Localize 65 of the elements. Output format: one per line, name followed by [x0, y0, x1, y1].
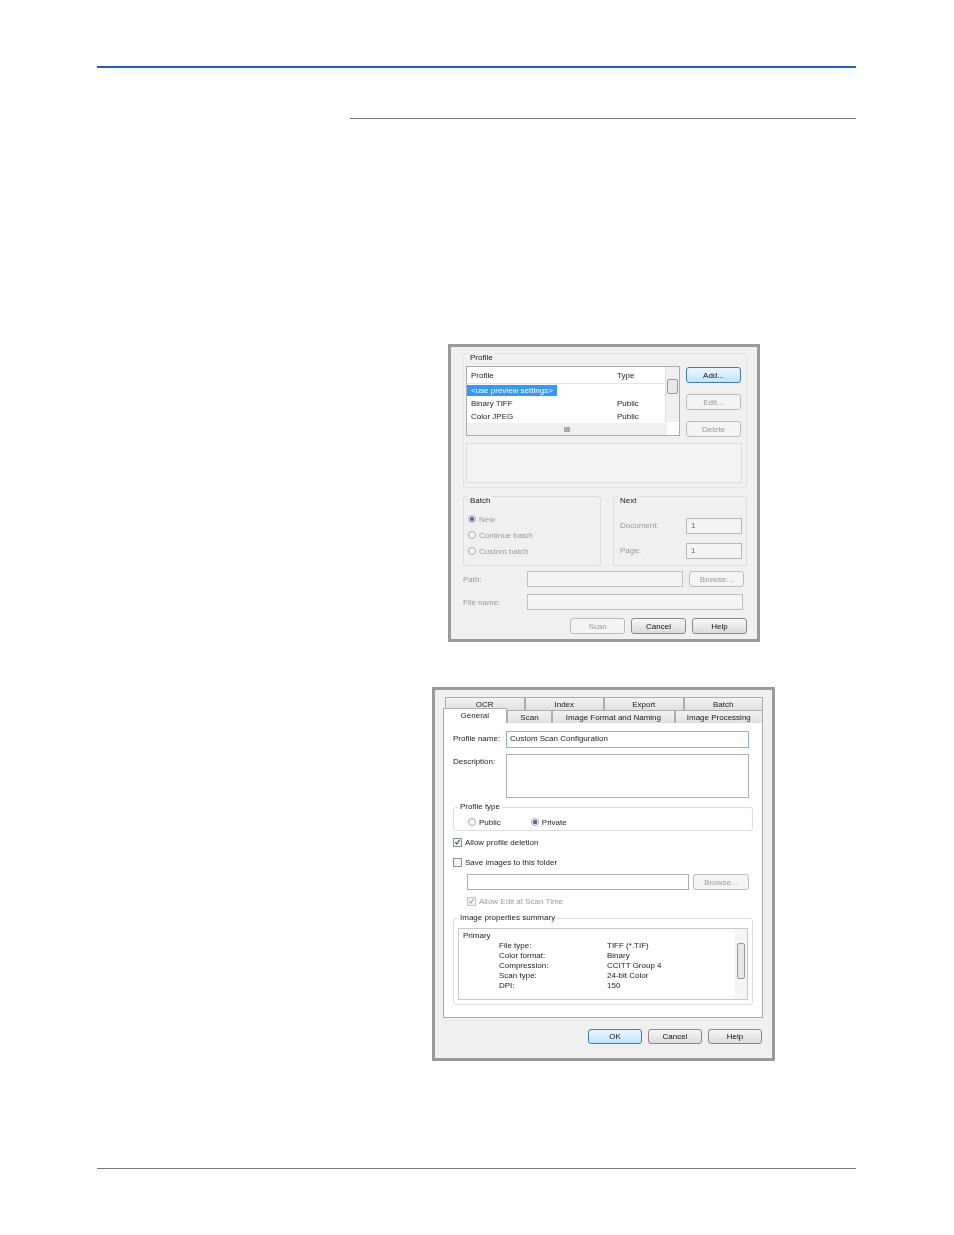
profile-item[interactable]: Color JPEG	[467, 412, 514, 421]
property-value: TIFF (*.TIF)	[607, 941, 649, 951]
radio-label: Public	[479, 817, 501, 827]
property-value: 150	[607, 981, 621, 991]
column-header[interactable]: Profile	[467, 370, 617, 380]
group-label: Profile type	[458, 802, 503, 811]
property-name: Color format:	[499, 951, 547, 961]
field-label: File name:	[463, 597, 502, 607]
group-label: Image properties summary	[458, 913, 558, 922]
dialog-button[interactable]: Cancel	[631, 618, 686, 634]
dialog-button[interactable]: Help	[692, 618, 747, 634]
field-label: Description:	[453, 756, 497, 766]
radio-button[interactable]	[468, 515, 476, 523]
scrollbar[interactable]	[735, 929, 747, 999]
field-label: Path:	[463, 574, 483, 584]
tab[interactable]: Scan	[506, 710, 553, 723]
folder-field[interactable]	[467, 874, 689, 890]
property-name: DPI:	[499, 981, 516, 991]
radio-label: Custom batch	[479, 546, 529, 556]
property-name: Scan type:	[499, 971, 538, 981]
scrollbar[interactable]	[665, 367, 679, 422]
type-cell-text: Public	[617, 412, 640, 421]
profile-name-field[interactable]: Custom Scan Configuration	[506, 731, 749, 748]
property-value: 24-bit Color	[607, 971, 649, 981]
dialog-button[interactable]: Add...	[686, 367, 741, 383]
property-name: Compression:	[499, 961, 550, 971]
dialog-button[interactable]: Help	[708, 1029, 762, 1044]
tab[interactable]: Image Processing	[674, 710, 763, 723]
radio-button[interactable]	[468, 547, 476, 555]
checkbox-label: Allow profile deletion	[465, 837, 539, 847]
checkbox[interactable]	[453, 857, 462, 867]
file-name-field[interactable]	[527, 594, 743, 610]
property-value: Binary	[607, 951, 630, 961]
description-field[interactable]	[506, 754, 749, 798]
group-label: Next	[618, 496, 639, 505]
tab[interactable]: Export	[604, 697, 684, 710]
group-label: Batch	[468, 496, 493, 505]
profile-item[interactable]: Binary TIFF	[467, 399, 513, 408]
path-field[interactable]	[527, 571, 683, 587]
input-field[interactable]: 1	[686, 517, 742, 534]
group-label: Profile	[468, 353, 495, 362]
radio-label: Private	[541, 817, 567, 827]
tab[interactable]: Index	[524, 697, 604, 710]
tab[interactable]: General	[443, 708, 507, 723]
radio-button[interactable]	[468, 531, 476, 539]
column-header[interactable]: Type	[617, 370, 667, 380]
property-value: CCITT Group 4	[607, 961, 662, 971]
tab[interactable]: Image Format and Naming	[552, 710, 675, 723]
summary-heading: Primary	[463, 931, 492, 941]
checkbox-label: Allow Edit at Scan Time	[479, 896, 564, 906]
type-cell-text: Public	[617, 399, 640, 408]
checkbox-label: Save images to this folder	[465, 857, 558, 867]
field-label: Document:	[620, 521, 659, 530]
radio-label: Continue batch	[479, 530, 533, 540]
field-label: Page:	[620, 546, 641, 555]
dialog-button[interactable]: OK	[588, 1029, 642, 1044]
checkbox[interactable]	[453, 837, 462, 847]
radio-label: New	[479, 514, 495, 524]
radio-button[interactable]	[530, 818, 539, 826]
input-field[interactable]: 1	[686, 542, 742, 559]
radio-button[interactable]	[468, 818, 476, 826]
field-label: Profile name:	[453, 733, 502, 743]
dialog-button[interactable]: Cancel	[648, 1029, 702, 1044]
property-name: File type:	[499, 941, 533, 951]
tab[interactable]: Batch	[683, 697, 763, 710]
